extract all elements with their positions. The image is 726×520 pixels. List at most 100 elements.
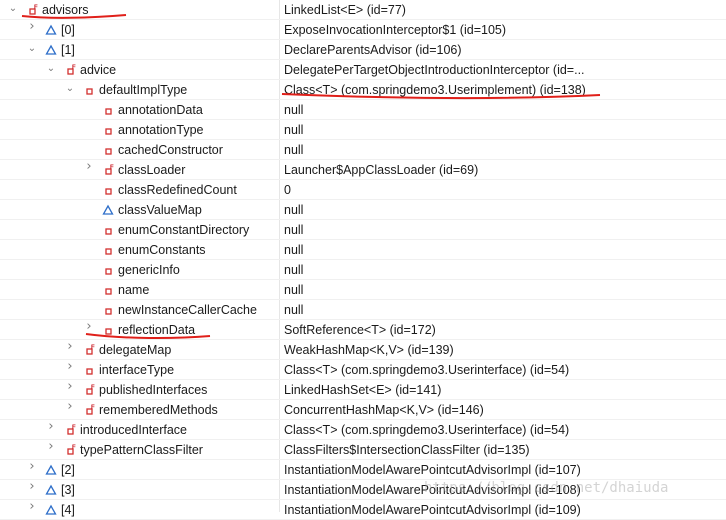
- expand-chevron-icon[interactable]: ›: [46, 420, 56, 433]
- variable-value: 0: [284, 183, 291, 197]
- tree-row[interactable]: classValueMap null: [0, 200, 726, 220]
- tree-row[interactable]: › [0] ExposeInvocationInterceptor$1 (id=10…: [0, 20, 726, 40]
- variable-name: [1]: [61, 43, 75, 57]
- collapse-chevron-icon[interactable]: ⌄: [8, 4, 18, 14]
- variable-name: newInstanceCallerCache: [118, 303, 257, 317]
- tree-row[interactable]: genericInfo null: [0, 260, 726, 280]
- variable-value: null: [284, 263, 304, 277]
- tree-row[interactable]: annotationData null: [0, 100, 726, 120]
- package-field-icon: [45, 464, 57, 476]
- tree-row[interactable]: › [2] InstantiationModelAwarePointcutAdvis…: [0, 460, 726, 480]
- variable-name: cachedConstructor: [118, 143, 223, 157]
- tree-row[interactable]: ⌄ defaultImplType Class<T> (com.springdemo…: [0, 80, 726, 100]
- variable-name: typePatternClassFilter: [80, 443, 203, 457]
- tree-row[interactable]: name null: [0, 280, 726, 300]
- tree-row[interactable]: › FclassLoader Launcher$AppClassLoader (id…: [0, 160, 726, 180]
- variable-value: InstantiationModelAwarePointcutAdvisorIm…: [284, 503, 581, 517]
- variable-name: annotationType: [118, 123, 204, 137]
- svg-text:F: F: [110, 165, 114, 171]
- variable-value: DelegatePerTargetObjectIntroductionInter…: [284, 63, 585, 77]
- private-field-icon: [102, 284, 114, 296]
- variable-name: enumConstants: [118, 243, 206, 257]
- tree-row[interactable]: ⌄ [1] DeclareParentsAdvisor (id=106): [0, 40, 726, 60]
- variable-value: InstantiationModelAwarePointcutAdvisorIm…: [284, 463, 581, 477]
- tree-row[interactable]: enumConstantDirectory null: [0, 220, 726, 240]
- variable-name: [4]: [61, 503, 75, 517]
- package-field-icon: [102, 204, 114, 216]
- variable-value: null: [284, 283, 304, 297]
- tree-row[interactable]: ⌄ Fadvisors LinkedList<E> (id=77): [0, 0, 726, 20]
- variable-value: Launcher$AppClassLoader (id=69): [284, 163, 479, 177]
- variable-name: reflectionData: [118, 323, 196, 337]
- variable-value: LinkedList<E> (id=77): [284, 3, 406, 17]
- svg-text:F: F: [91, 385, 95, 391]
- variable-value: SoftReference<T> (id=172): [284, 323, 436, 337]
- tree-row[interactable]: › [4] InstantiationModelAwarePointcutAdvis…: [0, 500, 726, 520]
- variable-value: DeclareParentsAdvisor (id=106): [284, 43, 462, 57]
- private-final-field-icon: F: [83, 384, 95, 396]
- svg-text:F: F: [34, 5, 38, 11]
- tree-row[interactable]: newInstanceCallerCache null: [0, 300, 726, 320]
- tree-row[interactable]: › FrememberedMethods ConcurrentHashMap<K,V…: [0, 400, 726, 420]
- variable-value: ClassFilters$IntersectionClassFilter (id…: [284, 443, 530, 457]
- variable-value: null: [284, 143, 304, 157]
- variable-name: classLoader: [118, 163, 186, 177]
- expand-chevron-icon[interactable]: ›: [65, 380, 75, 393]
- tree-row[interactable]: › reflectionData SoftReference<T> (id=172): [0, 320, 726, 340]
- variable-value: Class<T> (com.springdemo3.Userinterface)…: [284, 363, 570, 377]
- variable-value: null: [284, 103, 304, 117]
- tree-row[interactable]: cachedConstructor null: [0, 140, 726, 160]
- expand-chevron-icon[interactable]: ›: [27, 460, 37, 473]
- private-field-icon: [102, 184, 114, 196]
- expand-chevron-icon[interactable]: ›: [27, 20, 37, 33]
- watermark: https://blog.csdn.net/dhaiuda: [424, 480, 669, 496]
- expand-chevron-icon[interactable]: ›: [65, 340, 75, 353]
- tree-row[interactable]: › FpublishedInterfaces LinkedHashSet<E> (i…: [0, 380, 726, 400]
- tree-row[interactable]: annotationType null: [0, 120, 726, 140]
- variable-value: null: [284, 223, 304, 237]
- tree-row[interactable]: › interfaceType Class<T> (com.springdemo3.…: [0, 360, 726, 380]
- variable-value: null: [284, 243, 304, 257]
- tree-row[interactable]: classRedefinedCount 0: [0, 180, 726, 200]
- private-field-icon: [102, 304, 114, 316]
- expand-chevron-icon[interactable]: ›: [65, 360, 75, 373]
- expand-chevron-icon[interactable]: ›: [46, 440, 56, 453]
- variable-value: Class<T> (com.springdemo3.Userinterface)…: [284, 423, 570, 437]
- expand-chevron-icon[interactable]: ›: [84, 160, 94, 173]
- variable-name: [3]: [61, 483, 75, 497]
- final-field-icon: F: [64, 444, 76, 456]
- tree-row[interactable]: ⌄ Fadvice DelegatePerTargetObjectIntroduct…: [0, 60, 726, 80]
- final-field-icon: F: [64, 424, 76, 436]
- variable-name: enumConstantDirectory: [118, 223, 250, 237]
- private-field-icon: [83, 84, 95, 96]
- expand-chevron-icon[interactable]: ›: [65, 400, 75, 413]
- private-field-icon: [102, 124, 114, 136]
- svg-text:F: F: [91, 345, 95, 351]
- tree-row[interactable]: › FdelegateMap WeakHashMap<K,V> (id=139): [0, 340, 726, 360]
- variable-value: null: [284, 123, 304, 137]
- expand-chevron-icon[interactable]: ›: [27, 500, 37, 513]
- tree-row[interactable]: › FtypePatternClassFilter ClassFilters$Int…: [0, 440, 726, 460]
- svg-text:F: F: [91, 405, 95, 411]
- expand-chevron-icon[interactable]: ›: [84, 320, 94, 333]
- tree-row[interactable]: › FintroducedInterface Class<T> (com.sprin…: [0, 420, 726, 440]
- expand-chevron-icon[interactable]: ›: [27, 480, 37, 493]
- private-field-icon: [102, 104, 114, 116]
- private-field-icon: [102, 144, 114, 156]
- collapse-chevron-icon[interactable]: ⌄: [27, 44, 37, 54]
- variable-value: WeakHashMap<K,V> (id=139): [284, 343, 454, 357]
- variable-name: rememberedMethods: [99, 403, 218, 417]
- private-final-field-icon: F: [83, 404, 95, 416]
- variable-value: LinkedHashSet<E> (id=141): [284, 383, 442, 397]
- variable-name: [0]: [61, 23, 75, 37]
- variable-value: null: [284, 203, 304, 217]
- private-field-icon: [102, 244, 114, 256]
- variable-value: null: [284, 303, 304, 317]
- svg-text:F: F: [72, 425, 76, 431]
- variable-value: ExposeInvocationInterceptor$1 (id=105): [284, 23, 507, 37]
- variable-name: delegateMap: [99, 343, 172, 357]
- collapse-chevron-icon[interactable]: ⌄: [46, 64, 56, 74]
- tree-row[interactable]: enumConstants null: [0, 240, 726, 260]
- collapse-chevron-icon[interactable]: ⌄: [65, 84, 75, 94]
- variable-value: Class<T> (com.springdemo3.Userimplement)…: [284, 83, 586, 97]
